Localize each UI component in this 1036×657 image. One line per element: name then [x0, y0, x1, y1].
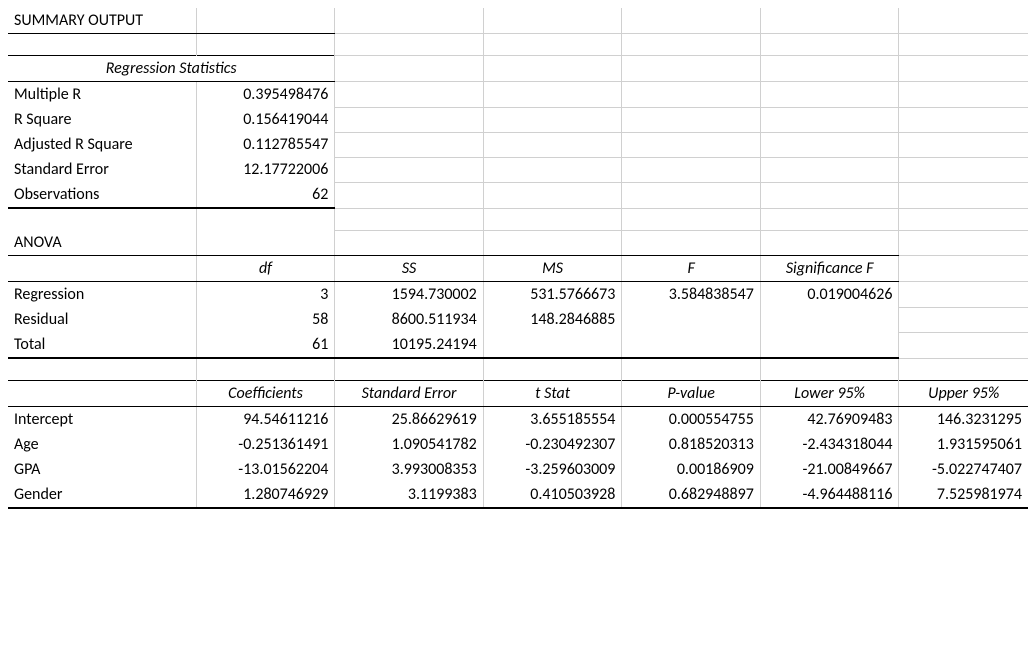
cell-p: 0.682948897	[622, 482, 760, 508]
cell-t: -3.259603009	[483, 457, 622, 482]
cell-ms: 531.5766673	[483, 282, 622, 308]
cell-f: 3.584838547	[622, 282, 760, 308]
label: Observations	[8, 182, 196, 208]
reg-stats-row-std-error: Standard Error 12.17722006	[8, 157, 1028, 182]
anova-heading-row: ANOVA	[8, 230, 1028, 256]
cell-t: 0.410503928	[483, 482, 622, 508]
cell-sig-f	[760, 332, 899, 358]
cell-se: 3.993008353	[335, 457, 483, 482]
cell-sig-f: 0.019004626	[760, 282, 899, 308]
reg-stats-row-r-square: R Square 0.156419044	[8, 107, 1028, 132]
label: R Square	[8, 107, 196, 132]
label: Age	[8, 432, 196, 457]
label: Intercept	[8, 406, 196, 432]
reg-stats-row-multiple-r: Multiple R 0.395498476	[8, 82, 1028, 108]
blank-row	[8, 34, 1028, 56]
col-ms: MS	[483, 256, 622, 282]
cell-ms: 148.2846885	[483, 307, 622, 332]
anova-heading: ANOVA	[8, 230, 196, 256]
coeff-row-intercept: Intercept 94.54611216 25.86629619 3.6551…	[8, 406, 1028, 432]
coeff-row-gpa: GPA -13.01562204 3.993008353 -3.25960300…	[8, 457, 1028, 482]
reg-stats-row-adj-r-square: Adjusted R Square 0.112785547	[8, 132, 1028, 157]
col-ss: SS	[335, 256, 483, 282]
col-lo: Lower 95%	[760, 380, 899, 406]
cell-f	[622, 332, 760, 358]
value: 12.17722006	[196, 157, 335, 182]
cell-t: -0.230492307	[483, 432, 622, 457]
cell-ss: 1594.730002	[335, 282, 483, 308]
coeff-row-gender: Gender 1.280746929 3.1199383 0.410503928…	[8, 482, 1028, 508]
cell-hi: -5.022747407	[899, 457, 1028, 482]
col-f: F	[622, 256, 760, 282]
cell-hi: 146.3231295	[899, 406, 1028, 432]
col-t: t Stat	[483, 380, 622, 406]
reg-stats-header-row: Regression Statistics	[8, 56, 1028, 82]
coeff-row-age: Age -0.251361491 1.090541782 -0.23049230…	[8, 432, 1028, 457]
label: Regression	[8, 282, 196, 308]
cell-lo: -4.964488116	[760, 482, 899, 508]
col-se: Standard Error	[335, 380, 483, 406]
col-df: df	[196, 256, 335, 282]
cell-se: 3.1199383	[335, 482, 483, 508]
cell-p: 0.818520313	[622, 432, 760, 457]
cell-ms	[483, 332, 622, 358]
cell-df: 58	[196, 307, 335, 332]
cell-df: 3	[196, 282, 335, 308]
value: 0.156419044	[196, 107, 335, 132]
summary-output-title: SUMMARY OUTPUT	[8, 8, 196, 34]
cell-sig-f	[760, 307, 899, 332]
cell-p: 0.00186909	[622, 457, 760, 482]
label: Standard Error	[8, 157, 196, 182]
value: 62	[196, 182, 335, 208]
cell-se: 25.86629619	[335, 406, 483, 432]
col-coef: Coefficients	[196, 380, 335, 406]
cell-lo: 42.76909483	[760, 406, 899, 432]
cell-coef: -13.01562204	[196, 457, 335, 482]
col-p: P-value	[622, 380, 760, 406]
cell-t: 3.655185554	[483, 406, 622, 432]
label: Total	[8, 332, 196, 358]
anova-row-residual: Residual 58 8600.511934 148.2846885	[8, 307, 1028, 332]
anova-columns-row: df SS MS F Significance F	[8, 256, 1028, 282]
coeff-columns-row: Coefficients Standard Error t Stat P-val…	[8, 380, 1028, 406]
value: 0.395498476	[196, 82, 335, 108]
regression-output-table: SUMMARY OUTPUT Regression Statistics Mul…	[8, 8, 1028, 509]
value: 0.112785547	[196, 132, 335, 157]
anova-row-regression: Regression 3 1594.730002 531.5766673 3.5…	[8, 282, 1028, 308]
blank-row	[8, 358, 1028, 380]
cell-ss: 8600.511934	[335, 307, 483, 332]
reg-stats-heading: Regression Statistics	[8, 56, 335, 82]
cell-coef: 94.54611216	[196, 406, 335, 432]
cell-se: 1.090541782	[335, 432, 483, 457]
label: Gender	[8, 482, 196, 508]
cell-hi: 7.525981974	[899, 482, 1028, 508]
cell-f	[622, 307, 760, 332]
cell-lo: -2.434318044	[760, 432, 899, 457]
anova-row-total: Total 61 10195.24194	[8, 332, 1028, 358]
blank-row	[8, 208, 1028, 230]
cell-hi: 1.931595061	[899, 432, 1028, 457]
col-hi: Upper 95%	[899, 380, 1028, 406]
title-row: SUMMARY OUTPUT	[8, 8, 1028, 34]
label: GPA	[8, 457, 196, 482]
cell-lo: -21.00849667	[760, 457, 899, 482]
label: Adjusted R Square	[8, 132, 196, 157]
col-sig-f: Significance F	[760, 256, 899, 282]
cell-ss: 10195.24194	[335, 332, 483, 358]
cell-df: 61	[196, 332, 335, 358]
label: Residual	[8, 307, 196, 332]
reg-stats-row-observations: Observations 62	[8, 182, 1028, 208]
cell-p: 0.000554755	[622, 406, 760, 432]
label: Multiple R	[8, 82, 196, 108]
cell-coef: 1.280746929	[196, 482, 335, 508]
cell-coef: -0.251361491	[196, 432, 335, 457]
